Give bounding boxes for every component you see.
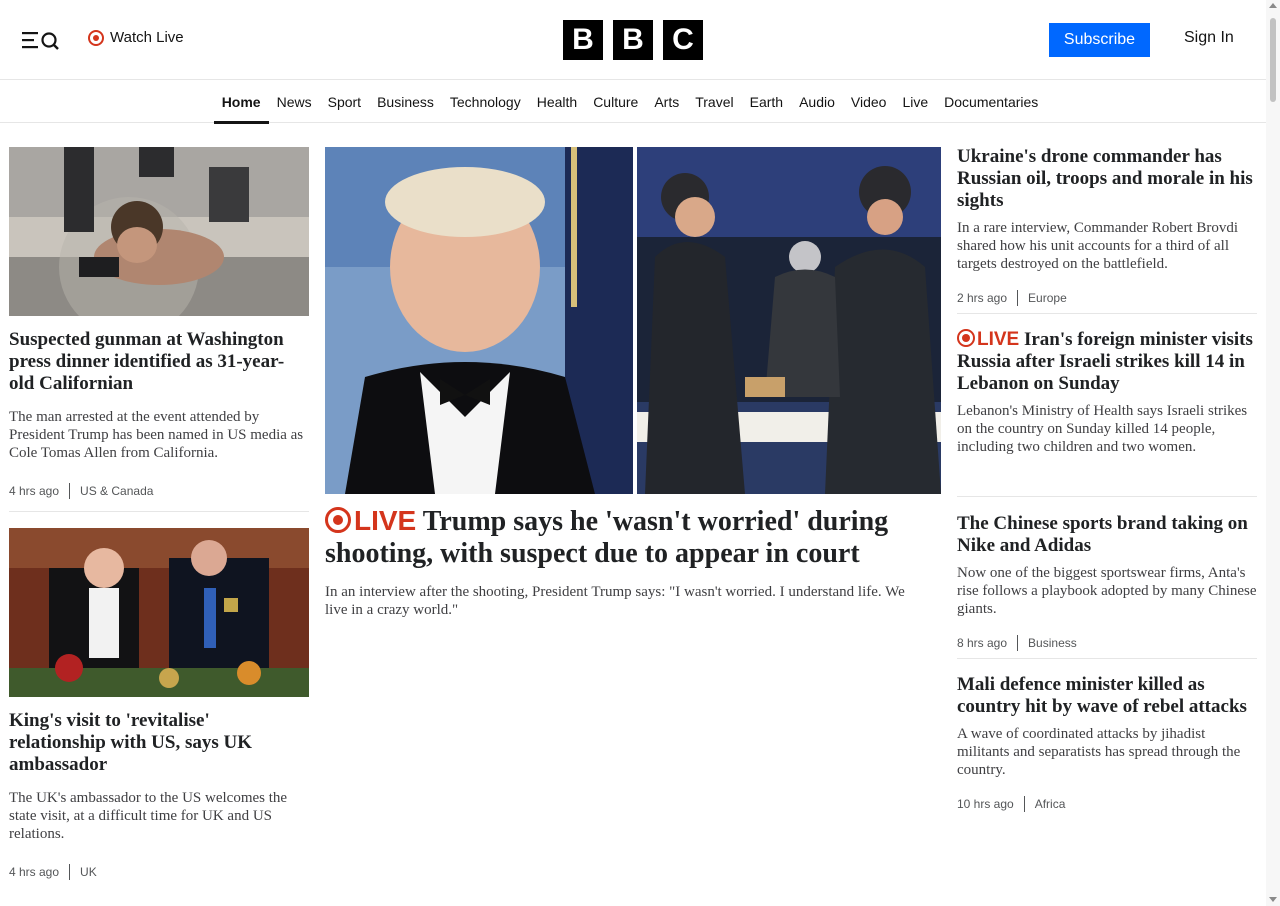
menu-icon bbox=[22, 32, 59, 50]
nav-item-audio[interactable]: Audio bbox=[791, 81, 843, 123]
live-label: LIVE bbox=[354, 505, 417, 536]
story-image[interactable] bbox=[9, 528, 309, 697]
divider bbox=[957, 496, 1257, 497]
story-card[interactable]: King's visit to 'revitalise' relationshi… bbox=[9, 528, 309, 880]
story-time: 10 hrs ago bbox=[957, 797, 1014, 811]
divider bbox=[957, 658, 1257, 659]
nav-item-video[interactable]: Video bbox=[843, 81, 895, 123]
page-scrollbar[interactable] bbox=[1266, 0, 1280, 906]
story-card[interactable]: The Chinese sports brand taking on Nike … bbox=[957, 513, 1257, 651]
story-summary: In a rare interview, Commander Robert Br… bbox=[957, 220, 1239, 272]
nav-item-home[interactable]: Home bbox=[213, 81, 269, 124]
divider bbox=[9, 511, 309, 512]
story-summary: A wave of coordinated attacks by jihadis… bbox=[957, 726, 1241, 778]
live-indicator-icon bbox=[88, 29, 104, 46]
nav-item-travel[interactable]: Travel bbox=[687, 81, 741, 123]
story-card[interactable]: Mali defence minister killed as country … bbox=[957, 674, 1257, 812]
nav-item-technology[interactable]: Technology bbox=[442, 81, 529, 123]
live-badge: LIVE bbox=[325, 505, 416, 536]
story-headline[interactable]: King's visit to 'revitalise' relationshi… bbox=[9, 710, 309, 776]
story-headline[interactable]: LIVE Iran's foreign minister visits Russ… bbox=[957, 329, 1257, 395]
trump-composite-photo bbox=[325, 147, 941, 494]
watch-live-link[interactable]: Watch Live bbox=[88, 29, 184, 46]
live-icon bbox=[325, 507, 351, 533]
story-headline[interactable]: Suspected gunman at Washington press din… bbox=[9, 329, 309, 395]
logo-letter: B bbox=[563, 20, 603, 60]
logo-letter: C bbox=[663, 20, 703, 60]
meta-separator bbox=[1017, 635, 1019, 651]
scroll-up-arrow-icon[interactable] bbox=[1269, 3, 1277, 8]
story-image[interactable] bbox=[9, 147, 309, 316]
story-section[interactable]: UK bbox=[80, 865, 97, 879]
story-card[interactable]: Suspected gunman at Washington press din… bbox=[9, 147, 309, 499]
nav-item-earth[interactable]: Earth bbox=[742, 81, 791, 123]
story-section[interactable]: Europe bbox=[1028, 291, 1067, 305]
site-header: Watch Live B B C Subscribe Sign In bbox=[0, 0, 1266, 80]
story-card[interactable]: LIVE Iran's foreign minister visits Russ… bbox=[957, 329, 1257, 456]
story-meta: 4 hrs ago UK bbox=[9, 864, 309, 880]
right-column: Ukraine's drone commander has Russian oi… bbox=[957, 146, 1257, 812]
left-column: Suspected gunman at Washington press din… bbox=[9, 147, 309, 880]
story-section[interactable]: Business bbox=[1028, 636, 1077, 650]
live-icon bbox=[957, 329, 975, 347]
story-section[interactable]: Africa bbox=[1035, 797, 1066, 811]
divider bbox=[957, 313, 1257, 314]
lead-story-summary: In an interview after the shooting, Pres… bbox=[325, 584, 905, 618]
nav-item-documentaries[interactable]: Documentaries bbox=[936, 81, 1046, 123]
meta-separator bbox=[1017, 290, 1019, 306]
story-time: 2 hrs ago bbox=[957, 291, 1008, 305]
sign-in-button[interactable]: Sign In bbox=[1184, 29, 1234, 47]
logo-letter: B bbox=[613, 20, 653, 60]
story-meta: 8 hrs ago Business bbox=[957, 635, 1257, 651]
lead-story-image[interactable] bbox=[325, 147, 941, 494]
nav-item-sport[interactable]: Sport bbox=[320, 81, 369, 123]
lead-story-headline[interactable]: LIVE Trump says he 'wasn't worried' duri… bbox=[325, 505, 941, 570]
scroll-down-arrow-icon[interactable] bbox=[1269, 897, 1277, 902]
story-headline[interactable]: Mali defence minister killed as country … bbox=[957, 674, 1257, 718]
subscribe-button[interactable]: Subscribe bbox=[1049, 23, 1150, 57]
story-meta: 10 hrs ago Africa bbox=[957, 796, 1257, 812]
nav-item-culture[interactable]: Culture bbox=[585, 81, 646, 123]
nav-item-news[interactable]: News bbox=[269, 81, 320, 123]
live-badge: LIVE bbox=[957, 329, 1019, 350]
main-nav: Home News Sport Business Technology Heal… bbox=[0, 81, 1266, 124]
meta-separator bbox=[69, 864, 71, 880]
story-section[interactable]: US & Canada bbox=[80, 484, 153, 498]
lead-story[interactable]: LIVE Trump says he 'wasn't worried' duri… bbox=[325, 147, 941, 619]
bbc-logo[interactable]: B B C bbox=[563, 20, 703, 60]
meta-separator bbox=[1023, 796, 1025, 812]
nav-item-business[interactable]: Business bbox=[369, 81, 442, 123]
live-label: LIVE bbox=[977, 329, 1020, 350]
story-time: 4 hrs ago bbox=[9, 484, 60, 498]
story-time: 8 hrs ago bbox=[957, 636, 1008, 650]
story-meta: 4 hrs ago US & Canada bbox=[9, 483, 309, 499]
center-column: LIVE Trump says he 'wasn't worried' duri… bbox=[325, 147, 941, 619]
story-headline[interactable]: The Chinese sports brand taking on Nike … bbox=[957, 513, 1257, 557]
watch-live-label: Watch Live bbox=[110, 29, 184, 46]
story-summary: The UK's ambassador to the US welcomes t… bbox=[9, 790, 288, 842]
story-headline[interactable]: Ukraine's drone commander has Russian oi… bbox=[957, 146, 1257, 212]
scroll-thumb[interactable] bbox=[1270, 18, 1276, 102]
story-card[interactable]: Ukraine's drone commander has Russian oi… bbox=[957, 146, 1257, 306]
story-summary: The man arrested at the event attended b… bbox=[9, 409, 304, 461]
story-summary: Now one of the biggest sportswear firms,… bbox=[957, 565, 1257, 617]
nav-item-arts[interactable]: Arts bbox=[646, 81, 687, 123]
story-time: 4 hrs ago bbox=[9, 865, 60, 879]
story-summary: Lebanon's Ministry of Health says Israel… bbox=[957, 403, 1248, 455]
menu-search-button[interactable] bbox=[20, 28, 64, 52]
nav-item-live[interactable]: Live bbox=[894, 81, 936, 123]
arrest-photo bbox=[9, 147, 309, 316]
story-meta: 2 hrs ago Europe bbox=[957, 290, 1257, 306]
state-dinner-photo bbox=[9, 528, 309, 697]
nav-item-health[interactable]: Health bbox=[529, 81, 585, 123]
meta-separator bbox=[69, 483, 71, 499]
